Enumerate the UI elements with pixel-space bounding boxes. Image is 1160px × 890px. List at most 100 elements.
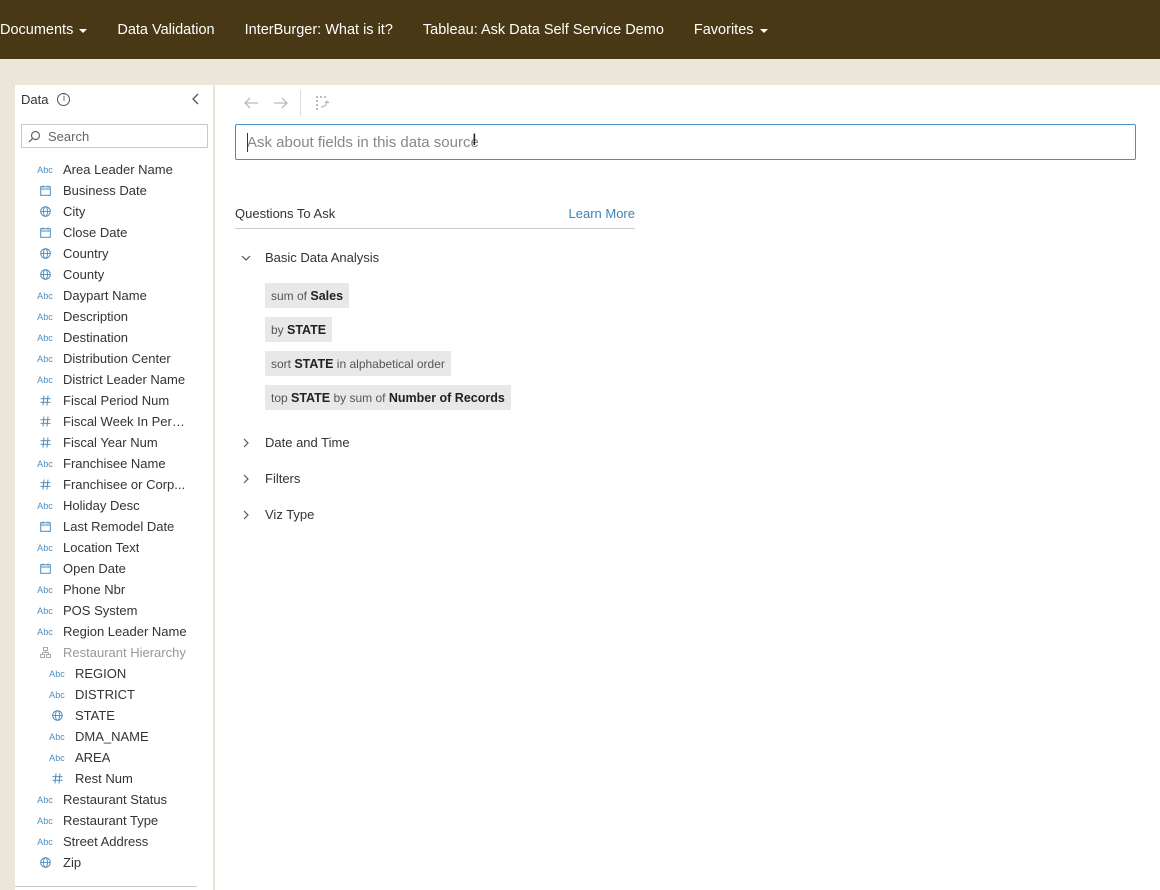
nav-interburger[interactable]: InterBurger: What is it? xyxy=(230,0,408,59)
string-type-icon: Abc xyxy=(37,500,53,511)
string-type-icon: Abc xyxy=(37,815,53,826)
field-label: Fiscal Week In Perio... xyxy=(63,414,187,429)
string-type-icon: Abc xyxy=(49,668,65,679)
field-item[interactable]: Abc Street Address xyxy=(15,831,213,852)
field-item[interactable]: Abc AREA xyxy=(15,747,213,768)
nav-ask-data-demo[interactable]: Tableau: Ask Data Self Service Demo xyxy=(408,0,679,59)
pane-divider xyxy=(15,886,197,887)
globe-icon xyxy=(37,857,53,868)
suggestion-chip[interactable]: sort STATE in alphabetical order xyxy=(265,351,451,376)
field-item[interactable]: Last Remodel Date xyxy=(15,516,213,537)
field-item[interactable]: Close Date xyxy=(15,222,213,243)
field-item[interactable]: Fiscal Week In Perio... xyxy=(15,411,213,432)
field-item[interactable]: County xyxy=(15,264,213,285)
section-date-and-time[interactable]: Date and Time xyxy=(239,435,350,450)
field-item[interactable]: Abc Distribution Center xyxy=(15,348,213,369)
chip-field-token: Sales xyxy=(310,288,344,303)
ask-data-input[interactable] xyxy=(247,133,1107,151)
learn-more-link[interactable]: Learn More xyxy=(569,206,635,228)
globe-icon xyxy=(37,269,53,280)
chevron-right-icon xyxy=(243,438,249,447)
field-label: Fiscal Year Num xyxy=(63,435,158,450)
field-item[interactable]: Abc Restaurant Status xyxy=(15,789,213,810)
field-item[interactable]: Open Date xyxy=(15,558,213,579)
section-label: Viz Type xyxy=(265,507,315,522)
number-type-icon xyxy=(37,437,53,448)
suggestion-chip[interactable]: top STATE by sum of Number of Records xyxy=(265,385,511,410)
nav-favorites[interactable]: Favorites xyxy=(679,0,783,59)
suggestion-chip[interactable]: sum of Sales xyxy=(265,283,350,308)
field-item[interactable]: Abc Daypart Name xyxy=(15,285,213,306)
chevron-right-icon xyxy=(243,510,249,519)
search-field[interactable] xyxy=(21,124,208,148)
field-item[interactable]: Abc Restaurant Type xyxy=(15,810,213,831)
section-basic-data-analysis[interactable]: Basic Data Analysis xyxy=(239,250,379,265)
field-label: AREA xyxy=(75,750,111,765)
field-label: Distribution Center xyxy=(63,351,171,366)
field-item[interactable]: Fiscal Period Num xyxy=(15,390,213,411)
field-label: Phone Nbr xyxy=(63,582,126,597)
field-item[interactable]: Abc Region Leader Name xyxy=(15,621,213,642)
field-item[interactable]: Abc DMA_NAME xyxy=(15,726,213,747)
forward-button[interactable] xyxy=(270,93,292,113)
field-item[interactable]: City xyxy=(15,201,213,222)
chip-field-token: STATE xyxy=(294,356,334,371)
field-label: STATE xyxy=(75,708,115,723)
field-item[interactable]: Zip xyxy=(15,852,213,873)
swap-viz-button[interactable] xyxy=(313,93,335,113)
globe-icon xyxy=(49,710,65,721)
field-label: Area Leader Name xyxy=(63,162,173,177)
field-item[interactable]: Abc Description xyxy=(15,306,213,327)
number-type-icon xyxy=(37,416,53,427)
info-icon[interactable]: i xyxy=(57,92,71,106)
chevron-left-icon[interactable] xyxy=(189,92,203,106)
nav-ask-data-demo-label: Tableau: Ask Data Self Service Demo xyxy=(422,21,664,38)
search-icon xyxy=(28,130,41,142)
string-type-icon: Abc xyxy=(37,794,53,805)
field-item[interactable]: Abc DISTRICT xyxy=(15,684,213,705)
field-item[interactable]: Abc Location Text xyxy=(15,537,213,558)
string-type-icon: Abc xyxy=(49,689,65,700)
chip-text: sum of xyxy=(271,288,311,303)
field-item[interactable]: STATE xyxy=(15,705,213,726)
nav-data-validation[interactable]: Data Validation xyxy=(102,0,229,59)
field-item[interactable]: Abc REGION xyxy=(15,663,213,684)
string-type-icon: Abc xyxy=(37,290,53,301)
string-type-icon: Abc xyxy=(37,164,53,175)
field-item[interactable]: Abc Franchisee Name xyxy=(15,453,213,474)
field-item[interactable]: Abc Area Leader Name xyxy=(15,159,213,180)
string-type-icon: Abc xyxy=(37,353,53,364)
chevron-down-icon xyxy=(79,28,88,33)
chevron-down-icon xyxy=(759,28,768,33)
field-item[interactable]: Abc Holiday Desc xyxy=(15,495,213,516)
field-item[interactable]: Country xyxy=(15,243,213,264)
field-label: Zip xyxy=(63,855,82,870)
chevron-right-icon xyxy=(243,474,249,483)
back-button[interactable] xyxy=(240,93,262,113)
suggestion-chip[interactable]: by STATE xyxy=(265,317,333,342)
field-item[interactable]: Rest Num xyxy=(15,768,213,789)
field-item[interactable]: Restaurant Hierarchy xyxy=(15,642,213,663)
field-item[interactable]: Fiscal Year Num xyxy=(15,432,213,453)
questions-title: Questions To Ask xyxy=(235,206,336,221)
field-item[interactable]: Abc POS System xyxy=(15,600,213,621)
field-label: Street Address xyxy=(63,834,149,849)
field-item[interactable]: Abc Phone Nbr xyxy=(15,579,213,600)
string-type-icon: Abc xyxy=(37,605,53,616)
field-item[interactable]: Franchisee or Corp... xyxy=(15,474,213,495)
toolbar xyxy=(240,90,343,116)
field-item[interactable]: Abc Destination xyxy=(15,327,213,348)
section-filters[interactable]: Filters xyxy=(239,471,300,486)
nav-documents[interactable]: Documents xyxy=(0,0,102,59)
field-item[interactable]: Business Date xyxy=(15,180,213,201)
calendar-icon xyxy=(37,227,53,238)
chip-field-token: STATE xyxy=(291,390,331,405)
field-label: Description xyxy=(63,309,129,324)
number-type-icon xyxy=(49,773,65,784)
search-input[interactable] xyxy=(48,128,198,144)
field-label: Franchisee Name xyxy=(63,456,166,471)
ask-data-box[interactable]: I xyxy=(235,124,1136,160)
field-item[interactable]: Abc District Leader Name xyxy=(15,369,213,390)
text-cursor xyxy=(247,133,248,152)
section-viz-type[interactable]: Viz Type xyxy=(239,507,314,522)
